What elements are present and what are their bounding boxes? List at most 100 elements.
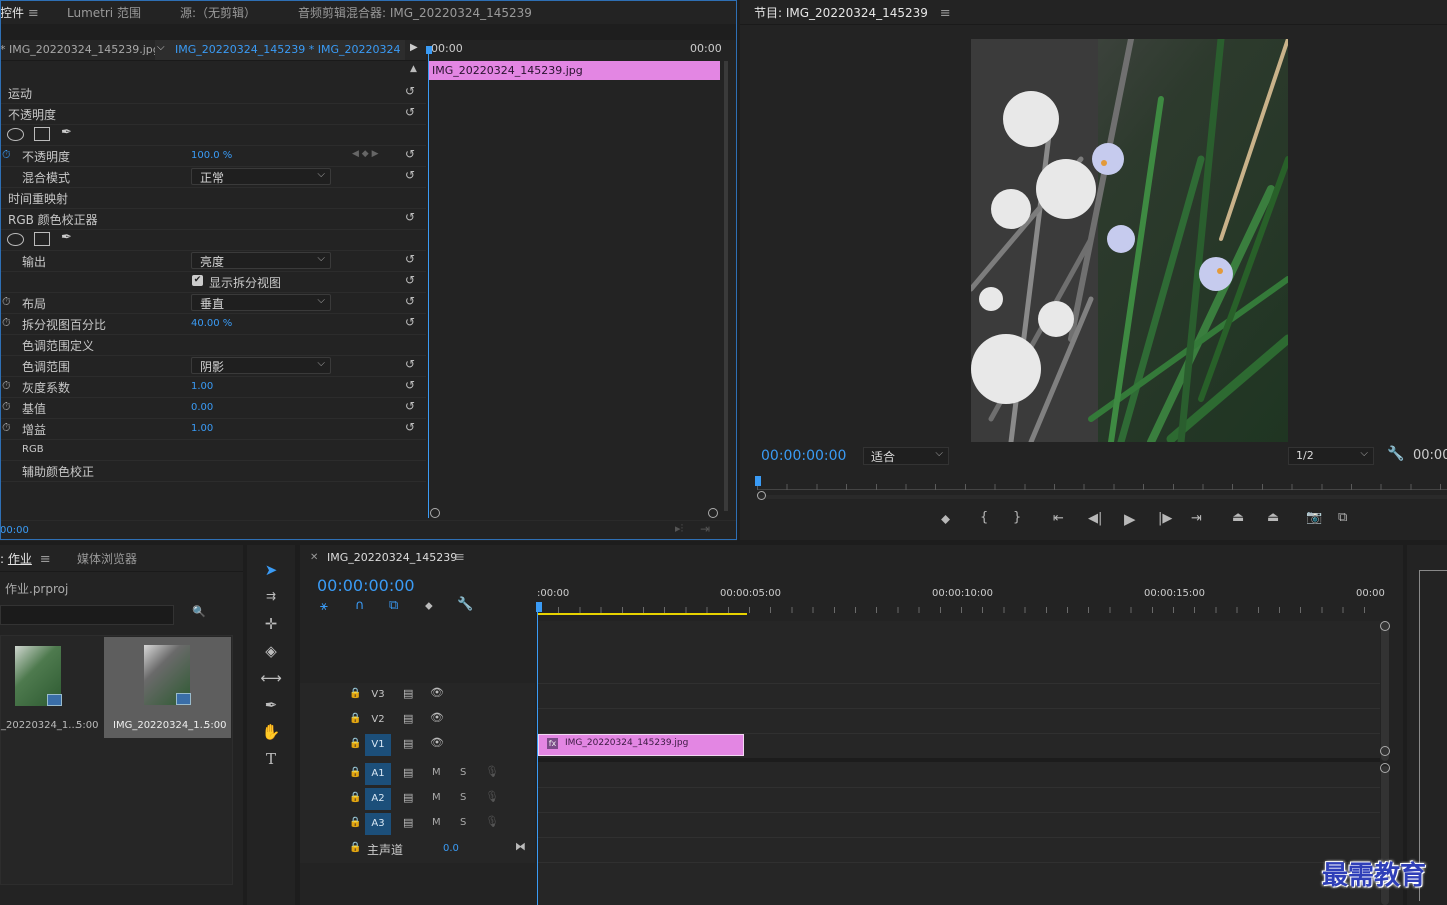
tab-audio-clip-mixer[interactable]: 音频剪辑混合器: IMG_20220324_145239 — [298, 4, 532, 21]
reset-icon[interactable]: ↺ — [405, 168, 415, 182]
sync-lock-icon[interactable]: ▤ — [403, 737, 413, 750]
reset-icon[interactable]: ↺ — [405, 147, 415, 161]
video-vertical-scrollbar[interactable] — [1381, 621, 1389, 761]
comparison-view-icon[interactable]: ⧉ — [1338, 510, 1347, 525]
mark-out-icon[interactable]: } — [1013, 510, 1021, 525]
microphone-icon[interactable]: 🎙 — [485, 765, 499, 778]
ellipse-mask-icon[interactable] — [7, 128, 24, 141]
solo-button[interactable]: S — [460, 767, 466, 778]
scroll-handle-audio[interactable] — [1380, 763, 1390, 773]
mute-button[interactable]: M — [432, 817, 441, 828]
layout-dropdown[interactable]: 垂直 ⌵ — [191, 294, 331, 311]
stopwatch-icon[interactable]: ⏱ — [2, 379, 11, 393]
lock-icon[interactable]: 🔒 — [349, 817, 361, 828]
selection-tool-icon[interactable]: ➤ — [260, 561, 282, 583]
play-only-audio-icon[interactable]: ▶ — [410, 42, 418, 53]
reset-icon[interactable]: ↺ — [405, 294, 415, 308]
mini-clip-bar[interactable]: IMG_20220324_145239.jpg — [428, 61, 720, 80]
time-remap-row[interactable]: 时间重映射 — [0, 187, 426, 209]
tab-media-browser[interactable]: 媒体浏览器 — [77, 550, 137, 567]
sync-lock-icon[interactable]: ▤ — [403, 687, 413, 700]
lock-icon[interactable]: 🔒 — [349, 738, 361, 749]
timeline-playhead[interactable] — [537, 607, 538, 905]
reset-icon[interactable]: ↺ — [405, 252, 415, 266]
lock-icon[interactable]: 🔒 — [349, 713, 361, 724]
mini-zoom-handle-right[interactable] — [708, 508, 718, 518]
mark-in-icon[interactable]: { — [980, 510, 988, 525]
reset-icon[interactable]: ↺ — [405, 420, 415, 434]
close-icon[interactable]: ✕ — [310, 552, 318, 563]
go-to-in-icon[interactable]: ⇤ — [1053, 511, 1064, 526]
stopwatch-icon[interactable]: ⏱ — [2, 148, 11, 162]
tab-lumetri-scopes[interactable]: Lumetri 范围 — [67, 4, 141, 21]
reset-icon[interactable]: ↺ — [405, 315, 415, 329]
eye-icon[interactable]: 👁 — [430, 686, 444, 699]
lock-icon[interactable]: 🔒 — [349, 842, 361, 853]
opacity-group-row[interactable]: 不透明度 ↺ — [0, 103, 426, 125]
ripple-edit-tool-icon[interactable]: ✛ — [260, 615, 282, 637]
nest-sequence-icon[interactable]: ⚹ — [320, 599, 328, 614]
lock-icon[interactable]: 🔒 — [349, 688, 361, 699]
eye-icon[interactable]: 👁 — [430, 711, 444, 724]
rectangle-mask-icon[interactable] — [34, 232, 50, 246]
program-time-ruler[interactable] — [755, 476, 1447, 500]
sync-lock-icon[interactable]: ▤ — [403, 816, 413, 829]
hand-tool-icon[interactable]: ✋ — [260, 723, 282, 745]
add-marker-icon[interactable]: ⬥ — [425, 599, 433, 613]
show-split-checkbox[interactable]: ✔ — [192, 275, 203, 286]
panel-menu-icon[interactable]: ≡ — [454, 550, 465, 565]
track-label-a3[interactable]: A3 — [365, 813, 391, 835]
scroll-handle-top[interactable] — [1380, 621, 1390, 631]
master-expand-icon[interactable]: ⧓ — [515, 840, 526, 853]
sequence-clip-dropdown[interactable]: ⌵ IMG_20220324_145239 * IMG_20220324_... — [155, 40, 405, 60]
mini-playhead[interactable] — [428, 48, 429, 518]
step-forward-icon[interactable]: |▶ — [1158, 511, 1172, 526]
effect-footer-timecode[interactable]: 00:00 — [0, 525, 29, 536]
snap-magnet-icon[interactable]: ∩ — [355, 598, 365, 613]
panel-menu-icon[interactable]: ≡ — [40, 552, 51, 567]
panel-menu-icon[interactable]: ≡ — [940, 6, 951, 21]
sync-lock-icon[interactable]: ▤ — [403, 766, 413, 779]
pen-mask-icon[interactable]: ✒ — [61, 230, 72, 245]
work-area-bar[interactable] — [537, 613, 747, 615]
collapse-arrow-icon[interactable]: ▲ — [410, 64, 417, 74]
master-track-value[interactable]: 0.0 — [443, 843, 459, 854]
lift-icon[interactable]: ⏏ — [1232, 510, 1244, 525]
rgb-row[interactable]: RGB — [0, 439, 426, 461]
opacity-value[interactable]: 100.0 % — [191, 150, 232, 161]
program-video-frame[interactable] — [971, 39, 1288, 442]
keyframe-nav-icon[interactable]: ◀ ◆ ▶ — [352, 149, 379, 159]
stopwatch-icon[interactable]: ⏱ — [2, 400, 11, 414]
mini-zoom-handle-left[interactable] — [430, 508, 440, 518]
mute-button[interactable]: M — [432, 792, 441, 803]
project-item-selected[interactable]: IMG_20220324_1... 5:00 — [104, 637, 231, 738]
track-label-v1[interactable]: V1 — [365, 734, 391, 756]
stopwatch-icon[interactable]: ⏱ — [2, 316, 11, 330]
reset-icon[interactable]: ↺ — [405, 399, 415, 413]
rgb-corrector-row[interactable]: RGB 颜色校正器 ↺ — [0, 208, 426, 230]
rectangle-mask-icon[interactable] — [34, 127, 50, 141]
sync-lock-icon[interactable]: ▤ — [403, 791, 413, 804]
timeline-settings-wrench-icon[interactable]: 🔧 — [457, 597, 473, 612]
track-select-tool-icon[interactable]: ⇉ — [260, 589, 282, 611]
add-marker-icon[interactable]: ⬥ — [941, 512, 950, 527]
fit-zoom-dropdown[interactable]: 适合 ⌵ — [863, 447, 949, 465]
master-clip-tab[interactable]: * IMG_20220324_145239.jpg — [0, 43, 160, 56]
reset-icon[interactable]: ↺ — [405, 105, 415, 119]
reset-icon[interactable]: ↺ — [405, 210, 415, 224]
effect-mini-timeline[interactable]: 00:00 00:00 IMG_20220324_145239.jpg — [426, 40, 728, 520]
play-icon[interactable]: ▶ — [1124, 510, 1136, 528]
gain-value[interactable]: 1.00 — [191, 423, 213, 434]
track-label-v3[interactable]: V3 — [365, 684, 391, 706]
step-back-icon[interactable]: ◀| — [1088, 511, 1102, 526]
type-tool-icon[interactable]: T — [260, 750, 282, 772]
playhead-marker[interactable] — [755, 476, 761, 486]
secondary-correction-row[interactable]: 辅助颜色校正 — [0, 460, 426, 482]
pedestal-value[interactable]: 0.00 — [191, 402, 213, 413]
lock-icon[interactable]: 🔒 — [349, 792, 361, 803]
project-search-input[interactable] — [0, 605, 174, 625]
solo-button[interactable]: S — [460, 792, 466, 803]
ellipse-mask-icon[interactable] — [7, 233, 24, 246]
solo-button[interactable]: S — [460, 817, 466, 828]
tonal-range-dropdown[interactable]: 阴影 ⌵ — [191, 357, 331, 374]
